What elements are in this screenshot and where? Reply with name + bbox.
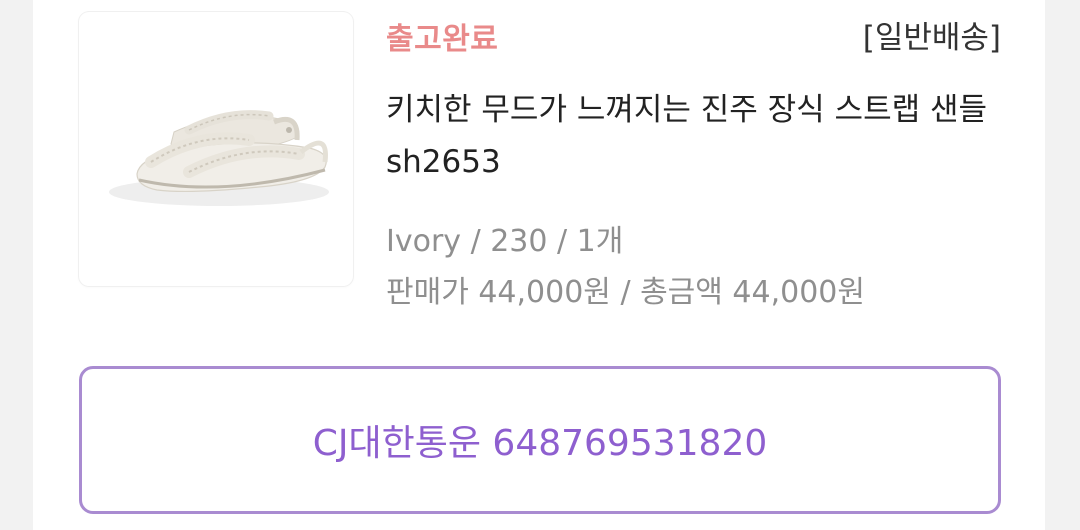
order-status: 출고완료 (386, 22, 499, 57)
product-option: Ivory / 230 / 1개 (386, 224, 624, 259)
order-item-card: 출고완료 [일반배송] 키치한 무드가 느껴지는 진주 장식 스트랩 샌들 sh… (33, 0, 1045, 530)
shipping-type: [일반배송] (862, 20, 1001, 56)
tracking-label: CJ대한통운 648769531820 (312, 423, 768, 464)
tracking-button[interactable]: CJ대한통운 648769531820 (79, 366, 1001, 514)
product-name[interactable]: 키치한 무드가 느껴지는 진주 장식 스트랩 샌들 sh2653 (386, 84, 996, 188)
sandal-image (109, 110, 329, 206)
product-thumbnail[interactable] (79, 12, 353, 286)
price-summary: 판매가 44,000원 / 총금액 44,000원 (386, 275, 865, 310)
